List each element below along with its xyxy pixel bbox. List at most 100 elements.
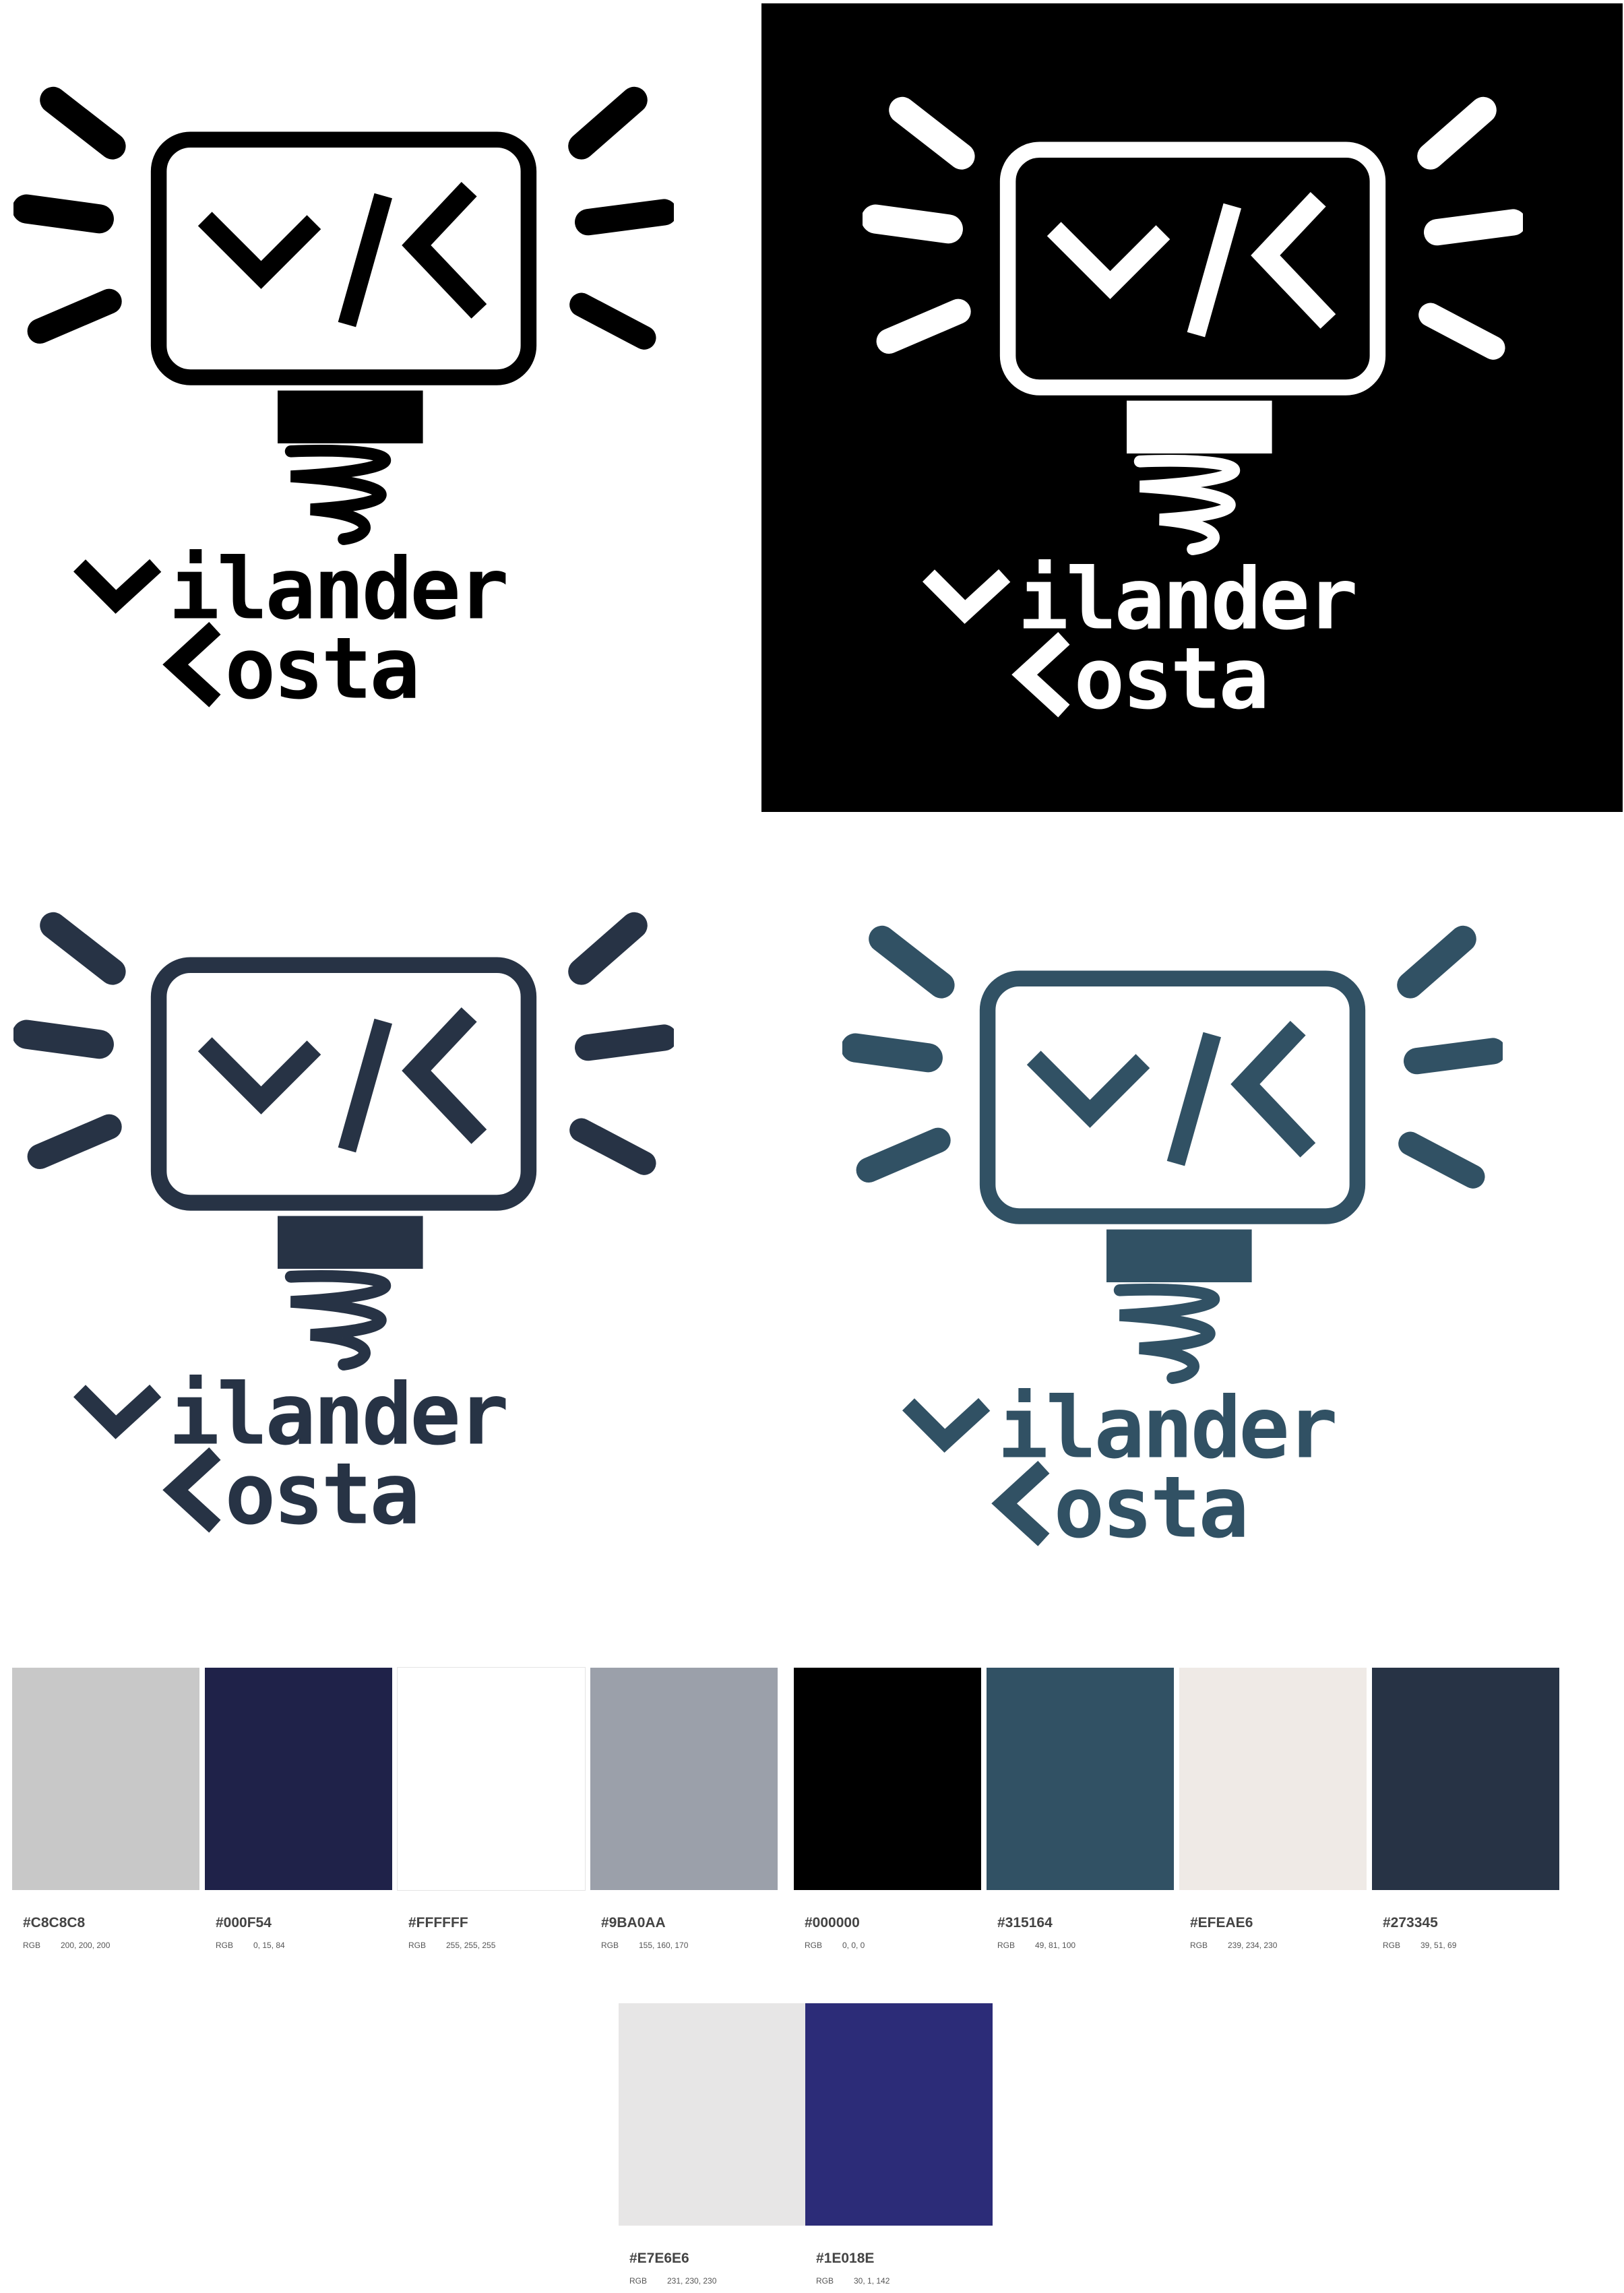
teal-on-white-logo-svg: ilander osta (842, 925, 1503, 1553)
ray-icon (1417, 96, 1497, 170)
filament (1113, 1284, 1220, 1384)
check-mark (1026, 1050, 1150, 1128)
wordmark-v (73, 559, 162, 614)
black-on-white-logo-svg: ilander osta (13, 86, 674, 714)
ray-icon (1398, 1131, 1485, 1189)
swatch-chip (590, 1668, 778, 1890)
ray-icon (40, 912, 126, 985)
ray-icon (863, 204, 963, 244)
chevron-mark (1251, 191, 1336, 329)
ray-icon (1418, 303, 1505, 360)
color-swatch: #315164 RGB 49, 81, 100 (987, 1668, 1175, 1957)
swatch-rgb-value: 155, 160, 170 (639, 1941, 689, 1950)
color-swatch: #9BA0AA RGB 155, 160, 170 (590, 1668, 779, 1957)
color-swatch: #273345 RGB 39, 51, 69 (1372, 1668, 1561, 1957)
swatch-rgb-value: 30, 1, 142 (854, 2276, 890, 2286)
check-mark (197, 1037, 321, 1114)
wordmark-v (902, 1397, 991, 1453)
swatch-rgb-label: RGB (629, 2276, 648, 2286)
swatch-rgb-value: 49, 81, 100 (1035, 1941, 1076, 1950)
bulb-frame (999, 142, 1386, 396)
logo-white-on-black: ilander osta (761, 3, 1623, 812)
bulb-base (278, 1216, 423, 1269)
swatch-chip (619, 2003, 806, 2226)
color-swatch: #E7E6E6 RGB 231, 230, 230 (619, 2003, 807, 2293)
bulb-frame (979, 970, 1366, 1224)
swatch-chip (805, 2003, 993, 2226)
ray-icon (13, 1019, 114, 1059)
ray-icon (869, 925, 955, 999)
swatch-hex: #EFEAE6 (1190, 1915, 1253, 1930)
swatch-rgb-label: RGB (216, 1941, 234, 1950)
ray-icon (842, 1033, 943, 1073)
ray-icon (40, 86, 126, 160)
swatch-hex: #9BA0AA (601, 1915, 666, 1930)
swatch-chip (12, 1668, 199, 1890)
swatch-hex: #FFFFFF (408, 1915, 468, 1930)
ray-icon (856, 1127, 951, 1183)
white-on-black-logo-svg: ilander osta (863, 96, 1523, 724)
slash-mark (338, 1018, 393, 1153)
color-swatch: #C8C8C8 RGB 200, 200, 200 (12, 1668, 201, 1957)
swatch-rgb-label: RGB (997, 1941, 1016, 1950)
wordmark-v (922, 569, 1011, 624)
wordmark-k (162, 622, 221, 708)
swatch-rgb-label: RGB (1190, 1941, 1208, 1950)
swatch-chip (397, 1667, 586, 1891)
color-swatch: #1E018E RGB 30, 1, 142 (805, 2003, 994, 2293)
ray-icon (1424, 209, 1523, 246)
swatch-rgb-value: 0, 15, 84 (253, 1941, 285, 1950)
swatch-chip (794, 1668, 981, 1890)
ray-icon (27, 1114, 122, 1170)
filament (284, 1270, 392, 1371)
wordmark-k (991, 1461, 1050, 1546)
logo-navy-on-white: ilander osta (0, 866, 761, 1553)
wordmark-v (73, 1384, 162, 1439)
filament (284, 445, 392, 545)
ray-icon (27, 288, 122, 344)
wordmark-line2: osta (1074, 629, 1267, 724)
swatch-hex: #1E018E (816, 2251, 875, 2266)
swatch-rgb-label: RGB (23, 1941, 41, 1950)
swatch-chip (1372, 1668, 1559, 1890)
navy-on-white-logo-svg: ilander osta (13, 912, 674, 1540)
swatch-rgb-label: RGB (1383, 1941, 1401, 1950)
ray-icon (568, 912, 648, 985)
bulb-frame (150, 131, 537, 385)
color-swatch: #EFEAE6 RGB 239, 234, 230 (1179, 1668, 1368, 1957)
color-swatch: #000000 RGB 0, 0, 0 (794, 1668, 982, 1957)
check-mark (1047, 222, 1170, 299)
swatch-rgb-label: RGB (408, 1941, 427, 1950)
bulb-frame (150, 957, 537, 1211)
swatch-rgb-label: RGB (805, 1941, 823, 1950)
ray-icon (568, 86, 648, 160)
swatch-chip (1179, 1668, 1367, 1890)
ray-icon (569, 1118, 656, 1175)
bulb-base (278, 390, 423, 443)
check-mark (197, 212, 321, 289)
ray-icon (13, 194, 114, 234)
swatch-rgb-value: 200, 200, 200 (61, 1941, 111, 1950)
swatch-rgb-label: RGB (601, 1941, 619, 1950)
ray-icon (569, 292, 656, 350)
swatch-rgb-label: RGB (816, 2276, 834, 2286)
swatch-hex: #E7E6E6 (629, 2251, 689, 2266)
swatch-chip (205, 1668, 392, 1890)
wordmark-line2: osta (1054, 1458, 1247, 1553)
wordmark-k (162, 1447, 221, 1533)
swatch-rgb-value: 255, 255, 255 (446, 1941, 496, 1950)
chevron-mark (1230, 1020, 1316, 1158)
swatch-hex: #273345 (1383, 1915, 1438, 1930)
chevron-mark (402, 181, 487, 319)
swatch-hex: #000F54 (216, 1915, 272, 1930)
swatch-rgb-value: 0, 0, 0 (842, 1941, 865, 1950)
color-swatch: #FFFFFF RGB 255, 255, 255 (397, 1667, 586, 1957)
ray-icon (575, 1024, 674, 1061)
wordmark-line2: osta (225, 619, 418, 714)
chevron-mark (402, 1007, 487, 1144)
bulb-base (1127, 400, 1272, 453)
swatch-hex: #000000 (805, 1915, 860, 1930)
slash-mark (1187, 203, 1242, 338)
swatch-hex: #315164 (997, 1915, 1053, 1930)
slash-mark (338, 193, 393, 327)
